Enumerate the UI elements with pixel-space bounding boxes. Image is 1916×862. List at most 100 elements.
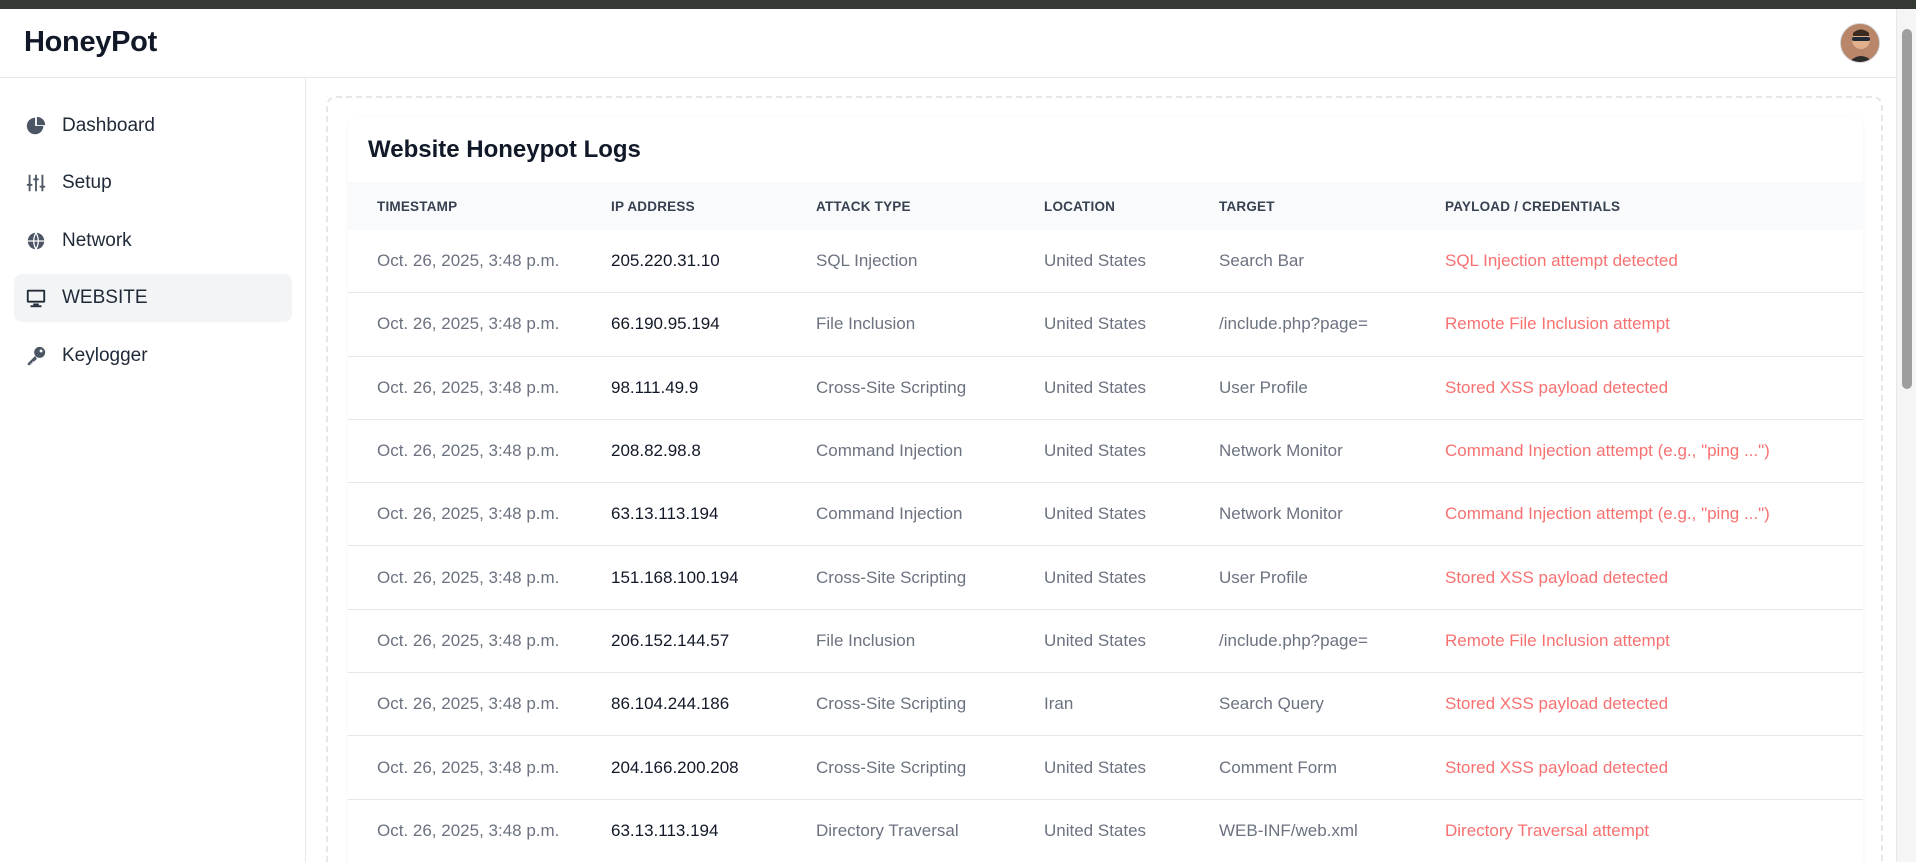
key-icon <box>24 344 48 368</box>
target-cell: WEB-INF/web.xml <box>1219 820 1358 840</box>
column-header-attack-type: ATTACK TYPE <box>816 198 911 214</box>
ip-address-cell: 63.13.113.194 <box>611 504 719 524</box>
target-cell: /include.php?page= <box>1219 314 1368 334</box>
payload-cell: Command Injection attempt (e.g., "ping .… <box>1445 441 1770 461</box>
timestamp-cell: Oct. 26, 2025, 3:48 p.m. <box>377 630 560 650</box>
ip-address-cell: 66.190.95.194 <box>611 314 720 334</box>
column-header-ip-address: IP ADDRESS <box>611 198 695 214</box>
target-cell: Network Monitor <box>1219 504 1343 524</box>
browser-top-strip <box>0 0 1916 9</box>
table-row: Oct. 26, 2025, 3:48 p.m. 86.104.244.186 … <box>348 673 1863 737</box>
table-row: Oct. 26, 2025, 3:48 p.m. 204.166.200.208… <box>348 736 1863 800</box>
page-title: Website Honeypot Logs <box>368 136 641 163</box>
ip-address-cell: 98.111.49.9 <box>611 377 699 397</box>
ip-address-cell: 63.13.113.194 <box>611 820 719 840</box>
user-avatar[interactable] <box>1840 23 1880 63</box>
sidebar: Dashboard Setup Network WEBSITE Keylogge… <box>0 78 306 862</box>
location-cell: United States <box>1044 314 1147 334</box>
column-header-timestamp: TIMESTAMP <box>377 198 458 214</box>
attack-type-cell: SQL Injection <box>816 251 918 271</box>
location-cell: United States <box>1044 377 1147 397</box>
location-cell: Iran <box>1044 694 1074 714</box>
sidebar-item-network[interactable]: Network <box>14 217 292 265</box>
payload-cell: Stored XSS payload detected <box>1445 757 1669 777</box>
payload-cell: SQL Injection attempt detected <box>1445 251 1678 271</box>
pie-chart-icon <box>24 114 48 138</box>
table-row: Oct. 26, 2025, 3:48 p.m. 206.152.144.57 … <box>348 610 1863 674</box>
payload-cell: Command Injection attempt (e.g., "ping .… <box>1445 504 1770 524</box>
timestamp-cell: Oct. 26, 2025, 3:48 p.m. <box>377 251 560 271</box>
sidebar-item-dashboard[interactable]: Dashboard <box>14 102 292 150</box>
sidebar-item-website[interactable]: WEBSITE <box>14 274 292 322</box>
column-header-payload: PAYLOAD / CREDENTIALS <box>1445 198 1621 214</box>
logs-card: Website Honeypot Logs TIMESTAMP IP ADDRE… <box>348 116 1863 862</box>
target-cell: Search Query <box>1219 694 1324 714</box>
attack-type-cell: Cross-Site Scripting <box>816 757 967 777</box>
globe-icon <box>24 229 48 253</box>
location-cell: United States <box>1044 820 1147 840</box>
ip-address-cell: 206.152.144.57 <box>611 630 730 650</box>
location-cell: United States <box>1044 251 1147 271</box>
location-cell: United States <box>1044 757 1147 777</box>
sidebar-item-label: Network <box>62 230 132 251</box>
table-row: Oct. 26, 2025, 3:48 p.m. 98.111.49.9 Cro… <box>348 357 1863 420</box>
target-cell: Network Monitor <box>1219 441 1343 461</box>
location-cell: United States <box>1044 441 1147 461</box>
app-title: HoneyPot <box>24 26 157 58</box>
attack-type-cell: File Inclusion <box>816 630 916 650</box>
table-row: Oct. 26, 2025, 3:48 p.m. 205.220.31.10 S… <box>348 230 1863 294</box>
app-header: HoneyPot <box>0 9 1896 78</box>
timestamp-cell: Oct. 26, 2025, 3:48 p.m. <box>377 757 560 777</box>
target-cell: Comment Form <box>1219 757 1338 777</box>
payload-cell: Directory Traversal attempt <box>1445 820 1650 840</box>
target-cell: User Profile <box>1219 377 1308 397</box>
location-cell: United States <box>1044 567 1147 587</box>
avatar-image <box>1841 24 1879 62</box>
sliders-icon <box>24 171 48 195</box>
target-cell: User Profile <box>1219 567 1308 587</box>
attack-type-cell: Cross-Site Scripting <box>816 377 967 397</box>
payload-cell: Remote File Inclusion attempt <box>1445 314 1670 334</box>
logs-table: TIMESTAMP IP ADDRESS ATTACK TYPE LOCATIO… <box>348 182 1863 862</box>
attack-type-cell: Directory Traversal <box>816 820 959 840</box>
table-header: TIMESTAMP IP ADDRESS ATTACK TYPE LOCATIO… <box>348 182 1863 230</box>
target-cell: Search Bar <box>1219 251 1305 271</box>
column-header-target: TARGET <box>1219 198 1275 214</box>
column-header-location: LOCATION <box>1044 198 1116 214</box>
timestamp-cell: Oct. 26, 2025, 3:48 p.m. <box>377 314 560 334</box>
timestamp-cell: Oct. 26, 2025, 3:48 p.m. <box>377 567 560 587</box>
timestamp-cell: Oct. 26, 2025, 3:48 p.m. <box>377 504 560 524</box>
attack-type-cell: Cross-Site Scripting <box>816 694 967 714</box>
ip-address-cell: 86.104.244.186 <box>611 694 730 714</box>
target-cell: /include.php?page= <box>1219 630 1368 650</box>
table-row: Oct. 26, 2025, 3:48 p.m. 63.13.113.194 D… <box>348 800 1863 862</box>
sidebar-item-label: WEBSITE <box>62 287 148 308</box>
sidebar-item-setup[interactable]: Setup <box>14 159 292 207</box>
payload-cell: Stored XSS payload detected <box>1445 567 1669 587</box>
attack-type-cell: Cross-Site Scripting <box>816 567 967 587</box>
table-row: Oct. 26, 2025, 3:48 p.m. 63.13.113.194 C… <box>348 483 1863 547</box>
page-scrollbar[interactable] <box>1896 9 1916 862</box>
timestamp-cell: Oct. 26, 2025, 3:48 p.m. <box>377 441 560 461</box>
main-content: Website Honeypot Logs TIMESTAMP IP ADDRE… <box>326 96 1883 862</box>
table-row: Oct. 26, 2025, 3:48 p.m. 208.82.98.8 Com… <box>348 420 1863 484</box>
attack-type-cell: Command Injection <box>816 504 963 524</box>
attack-type-cell: Command Injection <box>816 441 963 461</box>
payload-cell: Stored XSS payload detected <box>1445 377 1669 397</box>
monitor-icon <box>24 286 48 310</box>
ip-address-cell: 204.166.200.208 <box>611 757 739 777</box>
location-cell: United States <box>1044 630 1147 650</box>
scrollbar-thumb[interactable] <box>1902 29 1912 389</box>
ip-address-cell: 205.220.31.10 <box>611 251 720 271</box>
sidebar-item-label: Keylogger <box>62 345 148 366</box>
timestamp-cell: Oct. 26, 2025, 3:48 p.m. <box>377 694 560 714</box>
payload-cell: Remote File Inclusion attempt <box>1445 630 1670 650</box>
attack-type-cell: File Inclusion <box>816 314 916 334</box>
sidebar-item-label: Dashboard <box>62 115 155 136</box>
sidebar-item-keylogger[interactable]: Keylogger <box>14 332 292 380</box>
ip-address-cell: 208.82.98.8 <box>611 441 701 461</box>
table-row: Oct. 26, 2025, 3:48 p.m. 66.190.95.194 F… <box>348 293 1863 357</box>
location-cell: United States <box>1044 504 1147 524</box>
ip-address-cell: 151.168.100.194 <box>611 567 739 587</box>
timestamp-cell: Oct. 26, 2025, 3:48 p.m. <box>377 377 560 397</box>
